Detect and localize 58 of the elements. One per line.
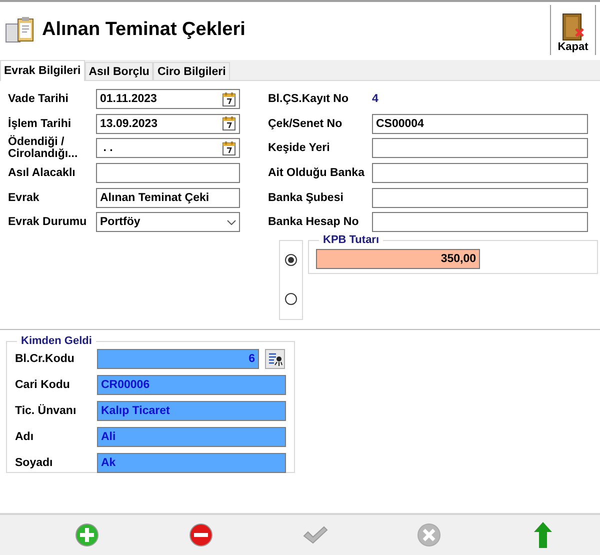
code-field[interactable]: 6: [97, 348, 259, 369]
field-label: Banka Hesap No: [268, 216, 360, 228]
list-icon: [267, 350, 283, 367]
field-label: Soyadı: [15, 456, 54, 469]
record-number: 4: [372, 93, 378, 106]
radio-button[interactable]: [285, 254, 297, 266]
lookup-button[interactable]: [265, 348, 285, 369]
date-field[interactable]: . .: [96, 138, 240, 158]
text-field[interactable]: [372, 138, 588, 158]
close-icon: [418, 524, 440, 546]
calendar-icon[interactable]: [222, 140, 236, 156]
field-label: Evrak Durumu: [8, 216, 88, 228]
close-button[interactable]: Kapat: [550, 4, 596, 54]
chevron-icon: [227, 220, 236, 225]
text-field[interactable]: Ak: [97, 452, 286, 473]
dropdown[interactable]: Portföy: [96, 212, 240, 232]
field-label: Ait Olduğu Banka: [268, 167, 366, 180]
field-label: Bl.ÇS.Kayıt No: [268, 93, 350, 106]
amount-field[interactable]: 350,00: [316, 248, 480, 269]
text-field[interactable]: [372, 212, 588, 232]
group-title: KPB Tutarı: [319, 234, 384, 246]
calendar-icon[interactable]: [222, 116, 236, 132]
date-field[interactable]: 01.11.2023: [96, 89, 240, 110]
field-label: Asıl Alacaklı: [8, 167, 76, 180]
text-field[interactable]: [372, 163, 588, 184]
text-field[interactable]: CR00006: [97, 374, 286, 395]
toolbar-button[interactable]: [187, 521, 215, 549]
field-label: Keşide Yeri: [268, 142, 331, 154]
field-label: Banka Şubesi: [268, 192, 344, 204]
remove-icon: [190, 524, 212, 546]
door-icon: [560, 12, 586, 40]
text-field[interactable]: Ali: [97, 426, 286, 447]
field-label: Evrak: [8, 192, 40, 204]
text-field[interactable]: [372, 188, 588, 208]
up-arrow-icon: [534, 522, 552, 548]
field-label: Vade Tarihi: [8, 93, 70, 106]
field-label: Ödendiği / Cirolandığı...: [8, 136, 79, 160]
window-title: Alınan Teminat Çekleri: [42, 18, 246, 40]
field-label: Çek/Senet No: [268, 118, 344, 130]
tab[interactable]: Asıl Borçlu: [84, 62, 154, 80]
toolbar-button[interactable]: [73, 521, 101, 549]
date-field[interactable]: 13.09.2023: [96, 114, 240, 134]
group-title: Kimden Geldi: [17, 334, 96, 347]
tab[interactable]: Evrak Bilgileri: [0, 60, 85, 81]
text-field[interactable]: [96, 163, 240, 184]
text-field[interactable]: Alınan Teminat Çeki: [96, 188, 240, 208]
add-icon: [76, 524, 98, 546]
text-field[interactable]: Kalıp Ticaret: [97, 400, 286, 421]
radio-button[interactable]: [285, 293, 297, 306]
field-label: Tic. Ünvanı: [15, 404, 78, 417]
tab[interactable]: Ciro Bilgileri: [153, 62, 230, 80]
calendar-icon[interactable]: [222, 92, 236, 107]
field-label: Cari Kodu: [15, 378, 71, 391]
field-label: Adı: [15, 430, 35, 443]
checkmark-icon: [303, 526, 328, 544]
field-label: İşlem Tarihi: [8, 118, 72, 130]
field-label: Bl.Cr.Kodu: [15, 352, 76, 365]
text-field[interactable]: CS00004: [372, 114, 588, 134]
